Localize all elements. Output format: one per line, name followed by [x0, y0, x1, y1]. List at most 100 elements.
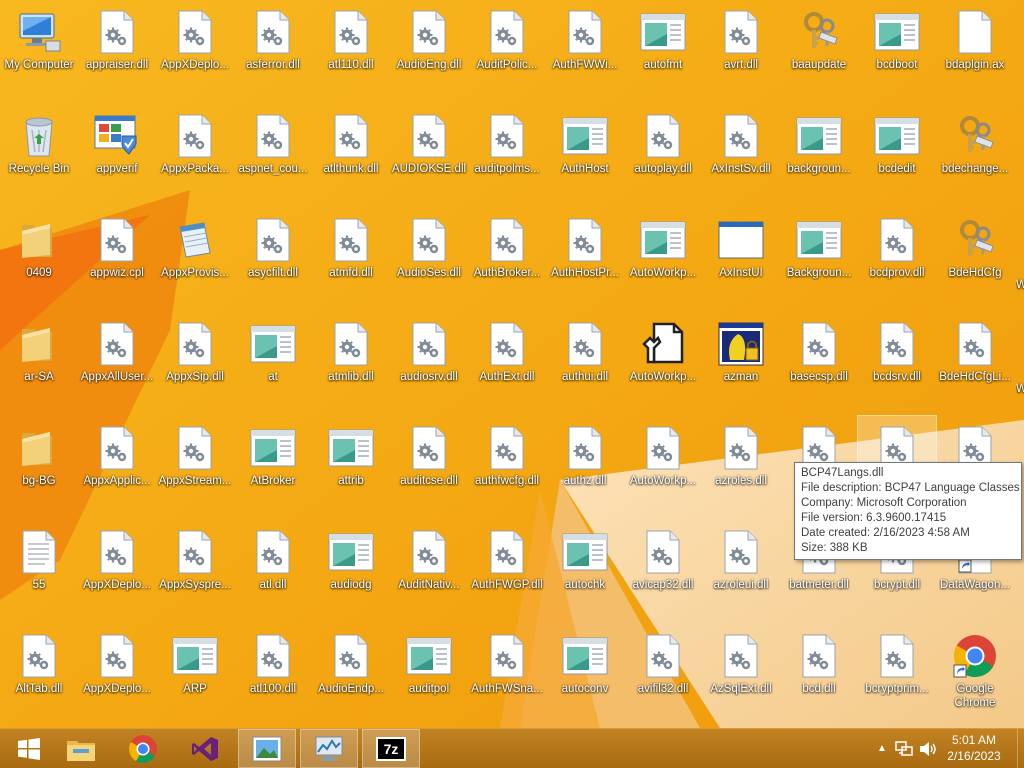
- desktop-icon[interactable]: AppxProvis...: [156, 208, 234, 306]
- desktop-icon[interactable]: AxInstSv.dll: [702, 104, 780, 202]
- desktop-icon[interactable]: ARP: [156, 624, 234, 722]
- desktop-icon[interactable]: autochk: [546, 520, 624, 618]
- desktop-icon[interactable]: azman: [702, 312, 780, 410]
- desktop-icon[interactable]: bcdsrv.dll: [858, 312, 936, 410]
- desktop-icon[interactable]: avrt.dll: [702, 0, 780, 98]
- desktop-icon[interactable]: AppxSip.dll: [156, 312, 234, 410]
- desktop-icon[interactable]: AuthExt.dll: [468, 312, 546, 410]
- desktop-icon[interactable]: AxInstUI: [702, 208, 780, 306]
- desktop-icon[interactable]: atl.dll: [234, 520, 312, 618]
- desktop-icon[interactable]: atmfd.dll: [312, 208, 390, 306]
- desktop-icon[interactable]: authui.dll: [546, 312, 624, 410]
- desktop-icon[interactable]: at: [234, 312, 312, 410]
- show-hidden-icons-icon[interactable]: ▲: [874, 743, 890, 754]
- desktop-icon[interactable]: 55: [0, 520, 78, 618]
- volume-icon[interactable]: [918, 740, 938, 758]
- desktop-icon[interactable]: atmlib.dll: [312, 312, 390, 410]
- 7zip-button[interactable]: 7z: [362, 729, 420, 768]
- desktop-icon[interactable]: attrib: [312, 416, 390, 514]
- desktop-icon[interactable]: Google Chrome: [936, 624, 1014, 722]
- desktop-icon[interactable]: atlthunk.dll: [312, 104, 390, 202]
- desktop-icon[interactable]: AutoWorkp...: [624, 312, 702, 410]
- desktop-icon-label: aspnet_cou...: [238, 163, 308, 175]
- desktop-icon[interactable]: AppxPacka...: [156, 104, 234, 202]
- desktop-icon[interactable]: My Computer: [0, 0, 78, 98]
- task-manager-button[interactable]: [300, 729, 358, 768]
- desktop-icon[interactable]: BdeHdCfg: [936, 208, 1014, 306]
- desktop-icon[interactable]: AppxSyspre...: [156, 520, 234, 618]
- chrome-button[interactable]: [114, 729, 172, 768]
- desktop-icon[interactable]: atl100.dll: [234, 624, 312, 722]
- desktop-icon[interactable]: bcdboot: [858, 0, 936, 98]
- desktop-icon[interactable]: authfwcfg.dll: [468, 416, 546, 514]
- file-explorer-button[interactable]: [52, 729, 110, 768]
- desktop-icon[interactable]: auditcse.dll: [390, 416, 468, 514]
- clock[interactable]: 5:01 AM 2/16/2023: [936, 732, 1012, 764]
- dll-file-icon: [15, 632, 63, 680]
- desktop-icon[interactable]: bcd.dll: [780, 624, 858, 722]
- desktop-icon[interactable]: AltTab.dll: [0, 624, 78, 722]
- desktop-icon[interactable]: Backgroun...: [780, 208, 858, 306]
- desktop-icon[interactable]: appverif: [78, 104, 156, 202]
- desktop-icon[interactable]: baaupdate: [780, 0, 858, 98]
- desktop-icon[interactable]: azroles.dll: [702, 416, 780, 514]
- desktop-icon[interactable]: AppxApplic...: [78, 416, 156, 514]
- desktop-icon[interactable]: AppXDeplo...: [156, 0, 234, 98]
- desktop-icon[interactable]: auditpolms...: [468, 104, 546, 202]
- desktop-icon[interactable]: authz.dll: [546, 416, 624, 514]
- desktop-icon[interactable]: asycfilt.dll: [234, 208, 312, 306]
- visual-studio-button[interactable]: [176, 729, 234, 768]
- desktop-icon[interactable]: AuditNativ...: [390, 520, 468, 618]
- desktop-icon-label: AudioSes.dll: [397, 267, 461, 279]
- desktop-icon[interactable]: appraiser.dll: [78, 0, 156, 98]
- desktop-icon[interactable]: AuthFWSna...: [468, 624, 546, 722]
- desktop-icon[interactable]: autofmt: [624, 0, 702, 98]
- desktop-icon[interactable]: AppxAllUser...: [78, 312, 156, 410]
- desktop-icon[interactable]: AutoWorkp...: [624, 208, 702, 306]
- desktop-icon[interactable]: avifil32.dll: [624, 624, 702, 722]
- desktop-icon[interactable]: avicap32.dll: [624, 520, 702, 618]
- image-viewer-button[interactable]: [238, 729, 296, 768]
- show-desktop-button[interactable]: [1017, 729, 1024, 768]
- desktop-icon[interactable]: AudioEng.dll: [390, 0, 468, 98]
- desktop-icon[interactable]: audiosrv.dll: [390, 312, 468, 410]
- network-icon[interactable]: [894, 740, 914, 758]
- desktop-icon[interactable]: AuthBroker...: [468, 208, 546, 306]
- desktop-icon[interactable]: appwiz.cpl: [78, 208, 156, 306]
- desktop-icon[interactable]: Recycle Bin: [0, 104, 78, 202]
- desktop-icon[interactable]: AuditPolic...: [468, 0, 546, 98]
- desktop-icon[interactable]: AtBroker: [234, 416, 312, 514]
- desktop-icon[interactable]: AuthHostPr...: [546, 208, 624, 306]
- desktop-icon[interactable]: asferror.dll: [234, 0, 312, 98]
- desktop-icon[interactable]: AuthFWGP.dll: [468, 520, 546, 618]
- desktop-icon[interactable]: AUDIOKSE.dll: [390, 104, 468, 202]
- desktop-icon[interactable]: AudioEndp...: [312, 624, 390, 722]
- desktop-icon[interactable]: auditpol: [390, 624, 468, 722]
- desktop-icon[interactable]: bcdprov.dll: [858, 208, 936, 306]
- desktop-icon[interactable]: autoconv: [546, 624, 624, 722]
- desktop-icon[interactable]: AutoWorkp...: [624, 416, 702, 514]
- desktop-icon[interactable]: bdechange...: [936, 104, 1014, 202]
- desktop-icon[interactable]: ar-SA: [0, 312, 78, 410]
- desktop-icon[interactable]: AuthHost: [546, 104, 624, 202]
- desktop-icon[interactable]: azroleui.dll: [702, 520, 780, 618]
- desktop-icon[interactable]: bdaplgin.ax: [936, 0, 1014, 98]
- desktop-icon[interactable]: AzSqlExt.dll: [702, 624, 780, 722]
- desktop-icon[interactable]: backgroun...: [780, 104, 858, 202]
- desktop-icon[interactable]: AuthFWWi...: [546, 0, 624, 98]
- desktop-icon[interactable]: AppXDeplo...: [78, 520, 156, 618]
- desktop-icon[interactable]: bcryptprim...: [858, 624, 936, 722]
- desktop-icon[interactable]: BdeHdCfgLi...: [936, 312, 1014, 410]
- start-button[interactable]: [0, 729, 58, 768]
- desktop-icon[interactable]: AppXDeplo...: [78, 624, 156, 722]
- desktop-icon[interactable]: AudioSes.dll: [390, 208, 468, 306]
- desktop-icon[interactable]: aspnet_cou...: [234, 104, 312, 202]
- desktop-icon[interactable]: 0409: [0, 208, 78, 306]
- desktop-icon[interactable]: autoplay.dll: [624, 104, 702, 202]
- desktop-icon[interactable]: basecsp.dll: [780, 312, 858, 410]
- desktop-icon[interactable]: audiodg: [312, 520, 390, 618]
- desktop-icon[interactable]: AppxStream...: [156, 416, 234, 514]
- desktop-icon[interactable]: atl110.dll: [312, 0, 390, 98]
- desktop-icon[interactable]: bg-BG: [0, 416, 78, 514]
- desktop-icon[interactable]: bcdedit: [858, 104, 936, 202]
